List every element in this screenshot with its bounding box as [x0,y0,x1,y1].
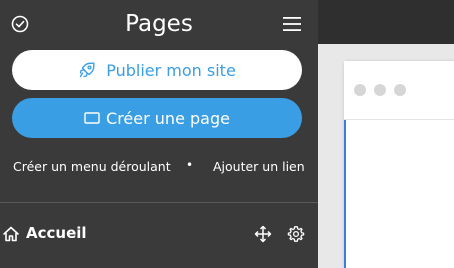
app-root: Pages Publier mon site Créer une page Cr… [0,0,454,268]
publish-site-label: Publier mon site [106,60,236,80]
browser-bar [344,61,454,120]
publish-site-button[interactable]: Publier mon site [12,50,302,90]
window-dot-icon [394,84,406,96]
sidebar-header: Pages [0,0,318,48]
rocket-icon [78,61,96,79]
sidebar-divider [0,202,318,203]
page-title: Pages [125,11,193,37]
create-dropdown-menu-link[interactable]: Créer un menu déroulant [13,159,171,174]
hamburger-menu-icon[interactable] [281,13,303,35]
window-dot-icon [374,84,386,96]
gear-icon[interactable] [287,225,305,243]
site-preview-window [344,61,454,268]
page-list-item[interactable]: Accueil [0,220,318,248]
window-dot-icon [354,84,366,96]
editor-top-bar [318,0,454,44]
link-separator: • [186,158,194,172]
create-page-button[interactable]: Créer une page [12,98,302,138]
page-item-label: Accueil [26,224,87,242]
move-icon[interactable] [254,225,272,243]
create-page-label: Créer une page [106,108,230,128]
sidebar-links: Créer un menu déroulant • Ajouter un lie… [0,157,318,177]
pages-sidebar: Pages Publier mon site Créer une page Cr… [0,0,318,268]
selection-edge [344,120,346,268]
home-icon [2,225,20,243]
add-link-link[interactable]: Ajouter un lien [213,159,305,174]
page-icon [84,111,100,125]
